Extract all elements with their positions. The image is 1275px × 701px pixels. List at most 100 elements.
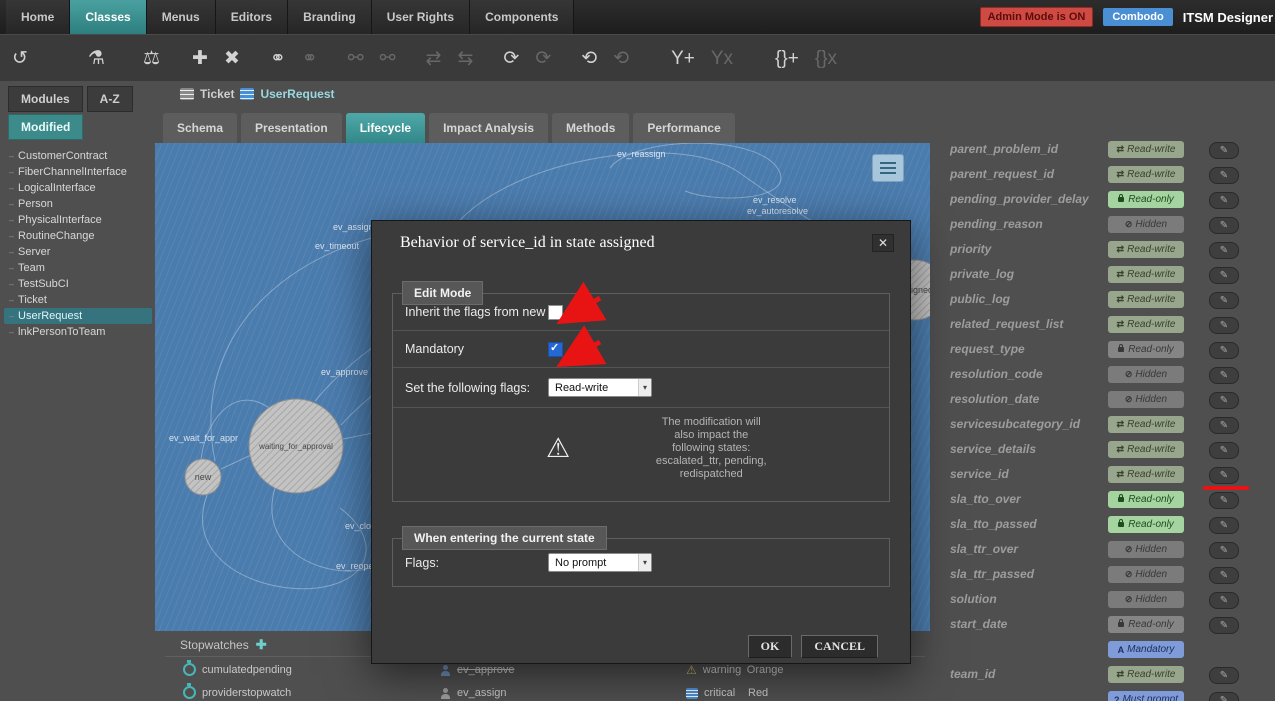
chevron-down-icon: ▾ — [638, 554, 651, 571]
edit-flags-button[interactable]: ✎ — [1209, 567, 1239, 584]
remove-field-icon[interactable]: ⚭ — [302, 49, 318, 68]
edit-flags-button[interactable]: ✎ — [1209, 392, 1239, 409]
sidebar-item-physicalinterface[interactable]: PhysicalInterface — [4, 212, 152, 228]
person-icon — [440, 688, 451, 699]
style-item-critical[interactable]: criticalRed — [686, 687, 768, 699]
add-icon[interactable]: ✚ — [192, 49, 208, 68]
breadcrumb-parent[interactable]: Ticket — [200, 87, 234, 101]
experiment-icon[interactable]: ⚗ — [88, 49, 105, 68]
cancel-button[interactable]: CANCEL — [801, 635, 878, 658]
nav-item-home[interactable]: Home — [6, 0, 70, 34]
sidebar-item-routinechange[interactable]: RoutineChange — [4, 228, 152, 244]
sidebar-item-testsubci[interactable]: TestSubCI — [4, 276, 152, 292]
sidebar-tab-modified[interactable]: Modified — [8, 114, 83, 140]
mandatory-checkbox[interactable] — [548, 342, 563, 357]
transition-label-ev-autoresolve[interactable]: ev_autoresolve — [747, 206, 808, 216]
ok-button[interactable]: OK — [748, 635, 793, 658]
edit-flags-button[interactable]: ✎ — [1209, 667, 1239, 684]
edit-flags-button[interactable]: ✎ — [1209, 617, 1239, 634]
event-item-ev-assign[interactable]: ev_assign — [440, 687, 507, 699]
add-transition-icon[interactable]: ⟲ — [581, 49, 597, 68]
sidebar-tab-modules[interactable]: Modules — [8, 86, 83, 112]
set-flags-label: Set the following flags: — [405, 380, 548, 396]
app-title: ITSM Designer — [1183, 10, 1273, 25]
edit-flags-button[interactable]: ✎ — [1209, 542, 1239, 559]
transition-label-ev-timeout[interactable]: ev_timeout — [315, 241, 360, 251]
add-method-icon[interactable]: {}+ — [775, 49, 799, 68]
remove-link-icon[interactable]: ⚯ — [380, 49, 396, 68]
remove-method-icon[interactable]: {}x — [815, 49, 837, 68]
add-branch-icon[interactable]: Y+ — [671, 49, 695, 68]
sidebar-item-team[interactable]: Team — [4, 260, 152, 276]
edit-flags-button[interactable]: ✎ — [1209, 292, 1239, 309]
breadcrumb-current[interactable]: UserRequest — [260, 87, 334, 101]
add-link-icon[interactable]: ⚯ — [348, 49, 364, 68]
stopwatch-item-cumulatedpending[interactable]: cumulatedpending — [183, 663, 292, 676]
sidebar-item-person[interactable]: Person — [4, 196, 152, 212]
mandatory-row: Mandatory — [393, 331, 889, 368]
stopwatch-item-providerstopwatch[interactable]: providerstopwatch — [183, 686, 291, 699]
nav-item-menus[interactable]: Menus — [147, 0, 216, 34]
tab-impact-analysis[interactable]: Impact Analysis — [429, 113, 548, 143]
delete-icon[interactable]: ✖ — [224, 49, 240, 68]
add-field-icon[interactable]: ⚭ — [270, 49, 286, 68]
remove-state-icon[interactable]: ⟳ — [535, 49, 551, 68]
edit-flags-button[interactable]: ✎ — [1209, 367, 1239, 384]
nav-item-classes[interactable]: Classes — [70, 0, 146, 34]
flag-badge: ⇄Read-write — [1108, 666, 1184, 683]
transition-label-ev-reassign[interactable]: ev_reassign — [617, 149, 666, 159]
nav-item-branding[interactable]: Branding — [288, 0, 372, 34]
edit-flags-button[interactable]: ✎ — [1209, 267, 1239, 284]
transition-label-ev-wait-for-appr[interactable]: ev_wait_for_appr — [169, 433, 238, 443]
tab-performance[interactable]: Performance — [633, 113, 734, 143]
sidebar-item-customercontract[interactable]: CustomerContract — [4, 148, 152, 164]
edit-flags-button[interactable]: ✎ — [1209, 467, 1239, 484]
edit-flags-button[interactable]: ✎ — [1209, 167, 1239, 184]
undo-icon[interactable]: ↺ — [12, 49, 28, 68]
edit-flags-button[interactable]: ✎ — [1209, 492, 1239, 509]
sidebar-item-server[interactable]: Server — [4, 244, 152, 260]
sidebar-item-ticket[interactable]: Ticket — [4, 292, 152, 308]
edit-flags-button[interactable]: ✎ — [1209, 342, 1239, 359]
edit-flags-button[interactable]: ✎ — [1209, 592, 1239, 609]
edit-relation-icon[interactable]: ⇄ — [426, 49, 442, 68]
remove-branch-icon[interactable]: Yx — [711, 49, 733, 68]
nav-item-components[interactable]: Components — [470, 0, 574, 34]
remove-transition-icon[interactable]: ⟲ — [613, 49, 629, 68]
edit-flags-button[interactable]: ✎ — [1209, 417, 1239, 434]
event-item-ev-approve[interactable]: ev_approve — [440, 664, 515, 676]
close-icon[interactable]: ✕ — [872, 234, 894, 252]
edit-flags-button[interactable]: ✎ — [1209, 142, 1239, 159]
edit-flags-button[interactable]: ✎ — [1209, 217, 1239, 234]
flags-select[interactable]: Read-write ▾ — [548, 378, 652, 397]
transition-label-ev-resolve[interactable]: ev_resolve — [753, 195, 797, 205]
sidebar-item-lnkpersontoteam[interactable]: lnkPersonToTeam — [4, 324, 152, 340]
diagram-list-button[interactable] — [872, 154, 904, 182]
warning-text: The modification willalso impact thefoll… — [596, 416, 826, 481]
nav-item-user-rights[interactable]: User Rights — [372, 0, 470, 34]
tab-lifecycle[interactable]: Lifecycle — [346, 113, 425, 143]
style-item-warning[interactable]: ⚠warningOrange — [686, 664, 783, 676]
nav-item-editors[interactable]: Editors — [216, 0, 288, 34]
sidebar-item-fiberchannelinterface[interactable]: FiberChannelInterface — [4, 164, 152, 180]
edit-flags-button[interactable]: ✎ — [1209, 317, 1239, 334]
sidebar-item-logicalinterface[interactable]: LogicalInterface — [4, 180, 152, 196]
add-state-icon[interactable]: ⟳ — [503, 49, 519, 68]
sidebar-item-userrequest[interactable]: UserRequest — [4, 308, 152, 324]
move-relation-icon[interactable]: ⇆ — [457, 49, 473, 68]
edit-flags-button[interactable]: ✎ — [1209, 517, 1239, 534]
inherit-flags-checkbox[interactable] — [548, 305, 563, 320]
prompt-select[interactable]: No prompt ▾ — [548, 553, 652, 572]
edit-flags-button[interactable]: ✎ — [1209, 242, 1239, 259]
tab-presentation[interactable]: Presentation — [241, 113, 342, 143]
transition-label-ev-assign[interactable]: ev_assign — [333, 222, 374, 232]
sidebar-tab-a-z[interactable]: A-Z — [87, 86, 133, 112]
tab-methods[interactable]: Methods — [552, 113, 629, 143]
edit-flags-button[interactable]: ✎ — [1209, 192, 1239, 209]
tab-schema[interactable]: Schema — [163, 113, 237, 143]
add-stopwatch-icon[interactable]: ✚ — [256, 637, 267, 653]
compare-icon[interactable]: ⚖ — [143, 49, 160, 68]
edit-flags-button[interactable]: ✎ — [1209, 442, 1239, 459]
edit-flags-button[interactable]: ✎ — [1209, 692, 1239, 701]
transition-label-ev-approve[interactable]: ev_approve — [321, 367, 368, 377]
